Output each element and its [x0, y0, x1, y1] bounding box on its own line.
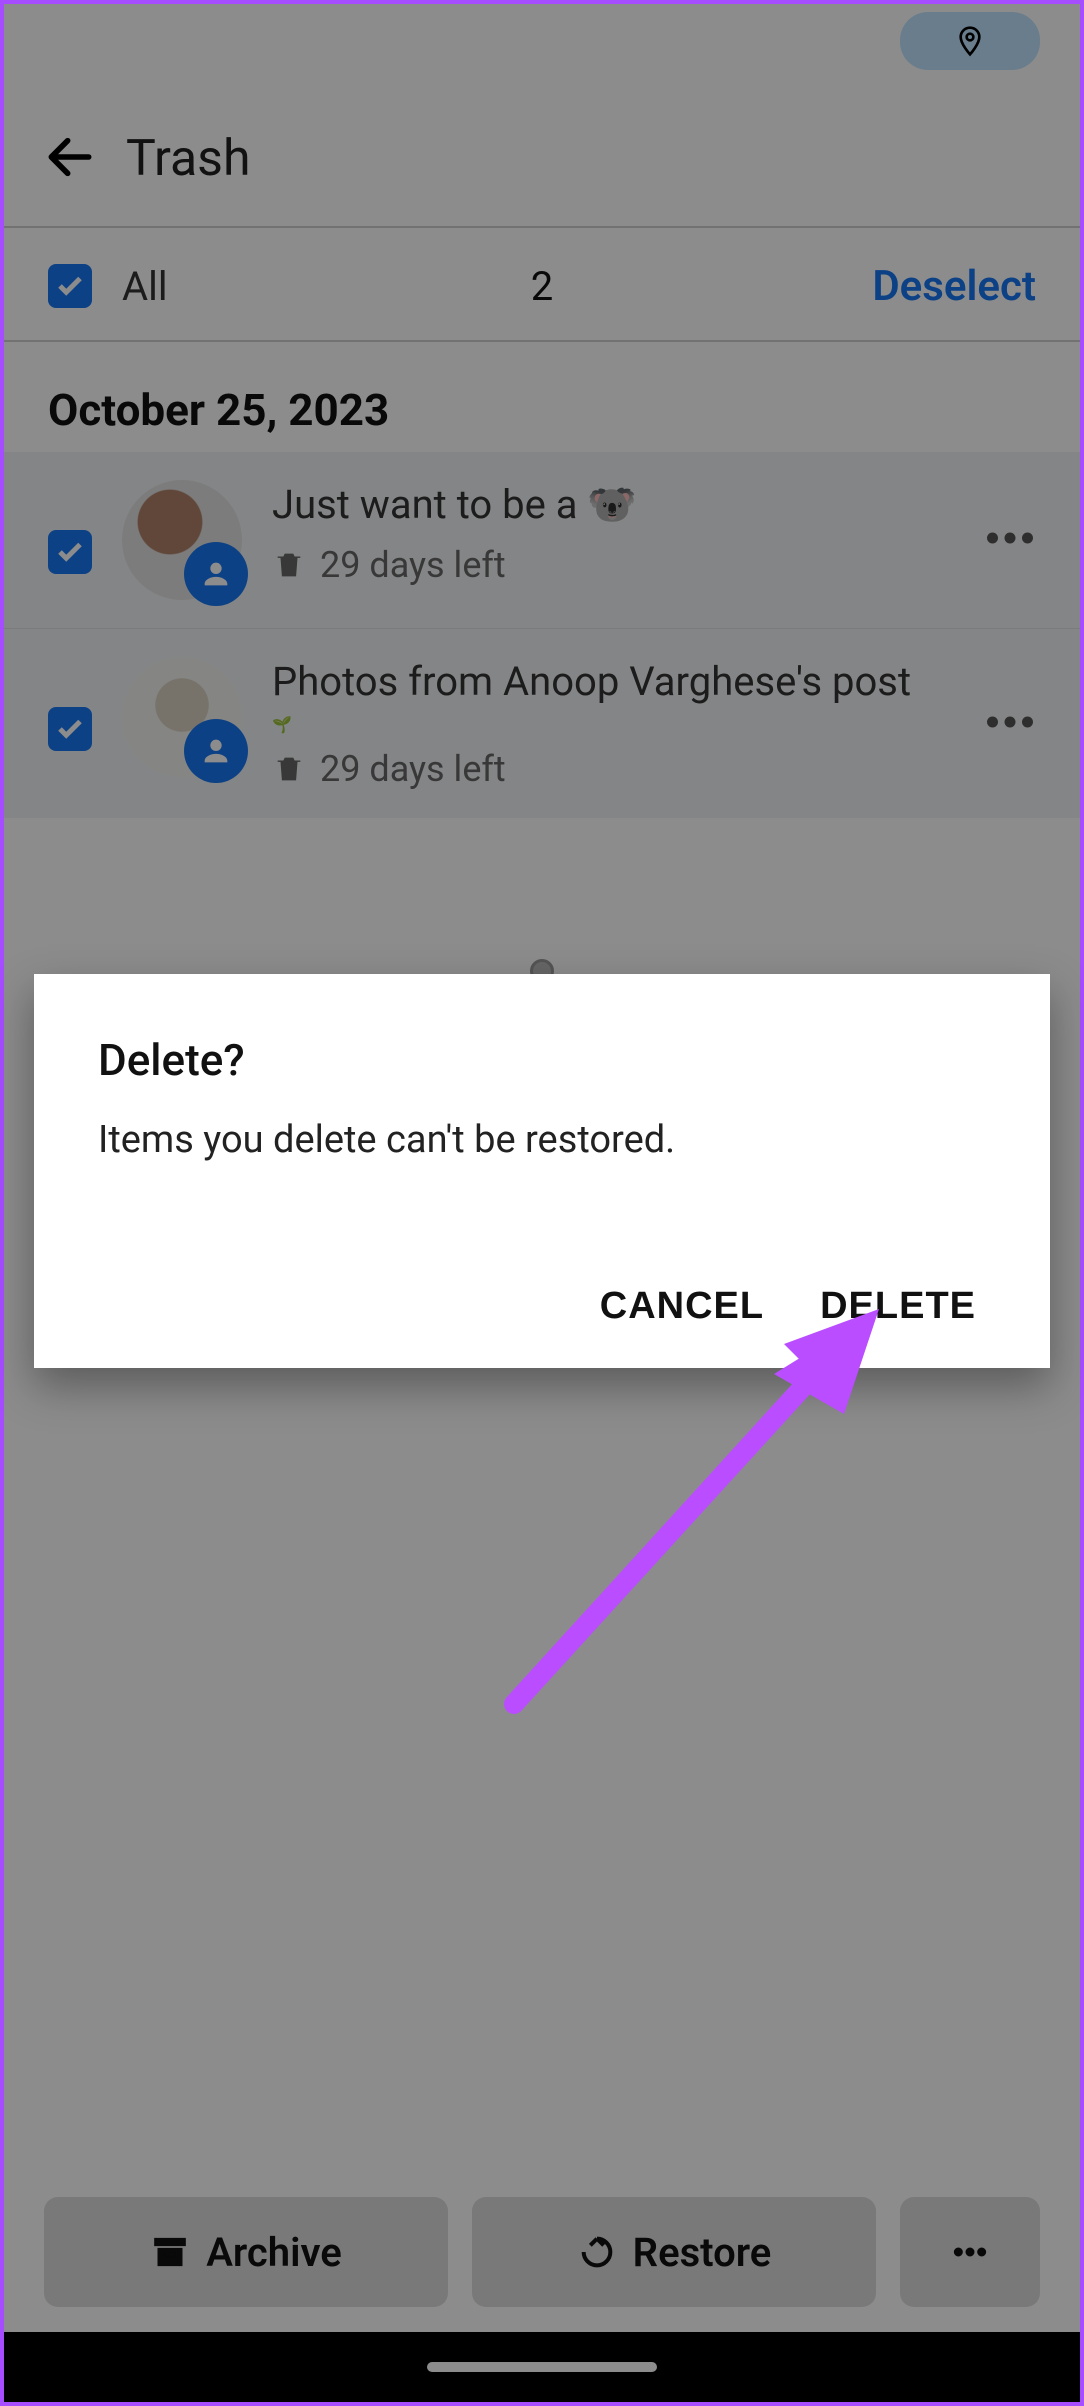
dialog-message: Items you delete can't be restored.: [98, 1116, 986, 1165]
delete-button[interactable]: DELETE: [820, 1285, 976, 1328]
cancel-button[interactable]: CANCEL: [600, 1285, 764, 1328]
dialog-actions: CANCEL DELETE: [98, 1285, 976, 1328]
delete-confirm-dialog: Delete? Items you delete can't be restor…: [34, 974, 1050, 1368]
dialog-title: Delete?: [98, 1034, 986, 1086]
